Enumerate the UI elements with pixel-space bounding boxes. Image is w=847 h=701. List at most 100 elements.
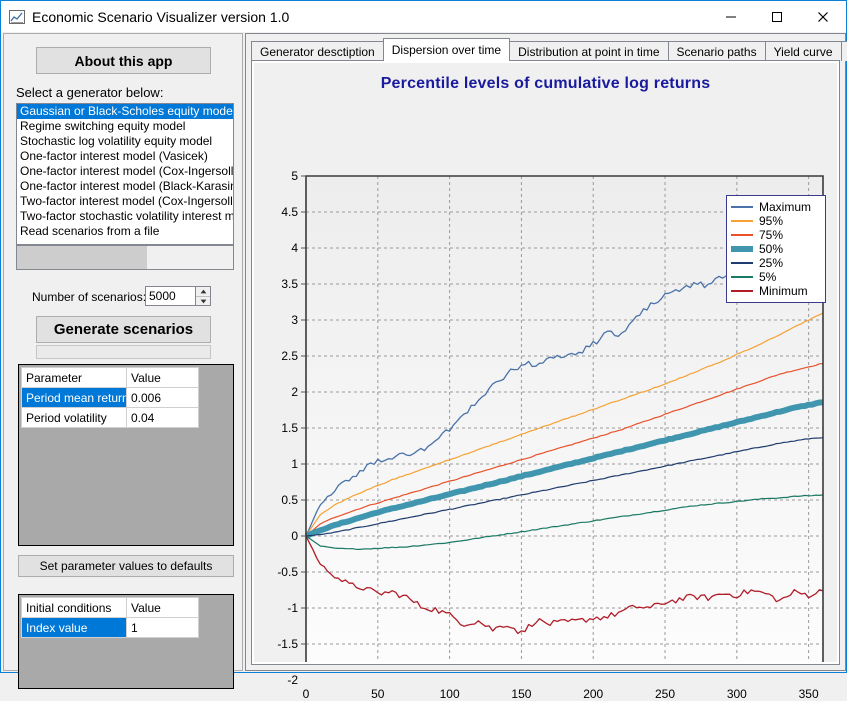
progress-bar xyxy=(36,345,211,359)
legend-label: Maximum xyxy=(759,200,811,214)
generator-list-item[interactable]: Stochastic log volatility equity model xyxy=(17,134,233,149)
tab-dispersion-over-time[interactable]: Dispersion over time xyxy=(383,38,510,61)
y-axis-label: 3.5 xyxy=(260,277,298,291)
x-axis-label: 50 xyxy=(358,687,398,701)
stepper-down-icon[interactable] xyxy=(196,297,210,306)
tab-content-panel: Percentile levels of cumulative log retu… xyxy=(251,60,840,665)
initial-condition-column-header: Initial conditions xyxy=(22,598,127,618)
number-of-scenarios-label: Number of scenarios: xyxy=(32,290,146,304)
parameter-column-header: Value xyxy=(127,368,199,388)
initial-condition-row[interactable]: Index value1 xyxy=(22,618,231,638)
generator-list-item[interactable]: Two-factor interest model (Cox-Ingersoll… xyxy=(17,194,233,209)
set-defaults-button[interactable]: Set parameter values to defaults xyxy=(18,555,234,577)
minimize-icon xyxy=(725,11,737,23)
legend-label: 75% xyxy=(759,228,783,242)
about-this-app-button[interactable]: About this app xyxy=(36,47,211,74)
legend-entry: 5% xyxy=(731,270,820,284)
initial-conditions-table[interactable]: Initial conditionsValueIndex value1 xyxy=(18,594,234,689)
parameter-value-cell[interactable]: 0.006 xyxy=(127,388,199,408)
parameter-header-row: ParameterValue xyxy=(22,368,231,388)
initial-condition-name-cell[interactable]: Index value xyxy=(22,618,127,638)
generator-list-item[interactable]: One-factor interest model (Vasicek) xyxy=(17,149,233,164)
x-axis-label: 300 xyxy=(717,687,757,701)
legend-entry: Maximum xyxy=(731,200,820,214)
right-display-panel: Generator desctiptionDispersion over tim… xyxy=(245,33,846,671)
y-axis-label: 2.5 xyxy=(260,349,298,363)
x-axis-label: 350 xyxy=(789,687,829,701)
generate-scenarios-button[interactable]: Generate scenarios xyxy=(36,316,211,343)
legend-color-swatch xyxy=(731,290,753,292)
legend-color-swatch xyxy=(731,220,753,222)
parameter-value-cell[interactable]: 0.04 xyxy=(127,408,199,428)
generator-list-item[interactable]: One-factor interest model (Black-Karasin… xyxy=(17,179,233,194)
grid-filler xyxy=(199,598,231,618)
maximize-button[interactable] xyxy=(754,1,800,32)
tab-strip: Generator desctiptionDispersion over tim… xyxy=(251,38,847,61)
generator-list-item[interactable]: Two-factor stochastic volatility interes… xyxy=(17,209,233,224)
x-axis-label: 250 xyxy=(645,687,685,701)
y-axis-label: 0 xyxy=(260,529,298,543)
initial-condition-value-cell[interactable]: 1 xyxy=(127,618,199,638)
hscroll-thumb[interactable] xyxy=(17,246,147,269)
generator-list-item[interactable]: One-factor interest model (Cox-Ingersoll… xyxy=(17,164,233,179)
grid-filler xyxy=(199,618,231,638)
parameter-row[interactable]: Period volatility0.04 xyxy=(22,408,231,428)
legend-entry: 95% xyxy=(731,214,820,228)
generator-list-item[interactable]: Read scenarios from a file xyxy=(17,224,233,239)
parameter-name-cell[interactable]: Period mean return xyxy=(22,388,127,408)
tab-distribution-at-point-in-time[interactable]: Distribution at point in time xyxy=(509,41,668,61)
legend-label: 25% xyxy=(759,256,783,270)
y-axis-label: 0.5 xyxy=(260,493,298,507)
grid-filler xyxy=(199,368,231,388)
y-axis-label: -0.5 xyxy=(260,565,298,579)
legend-label: Minimum xyxy=(759,284,808,298)
x-axis-label: 100 xyxy=(430,687,470,701)
legend-label: 50% xyxy=(759,242,783,256)
parameter-name-cell[interactable]: Period volatility xyxy=(22,408,127,428)
grid-filler xyxy=(199,408,231,428)
legend-label: 95% xyxy=(759,214,783,228)
stepper-up-icon[interactable] xyxy=(196,287,210,297)
close-button[interactable] xyxy=(800,1,846,32)
y-axis-label: 5 xyxy=(260,169,298,183)
legend-label: 5% xyxy=(759,270,776,284)
generator-list-item[interactable]: Gaussian or Black-Scholes equity model xyxy=(17,104,233,119)
window-title: Economic Scenario Visualizer version 1.0 xyxy=(32,9,289,25)
initial-condition-column-header: Value xyxy=(127,598,199,618)
tab-yield-curve[interactable]: Yield curve xyxy=(765,41,842,61)
legend-entry: 25% xyxy=(731,256,820,270)
window-controls xyxy=(708,1,846,32)
y-axis-label: 1 xyxy=(260,457,298,471)
y-axis-label: 4.5 xyxy=(260,205,298,219)
legend-color-swatch xyxy=(731,262,753,264)
x-axis-label: 150 xyxy=(501,687,541,701)
select-generator-label: Select a generator below: xyxy=(16,85,163,100)
parameter-column-header: Parameter xyxy=(22,368,127,388)
x-axis-label: 0 xyxy=(286,687,326,701)
legend-color-swatch xyxy=(731,234,753,236)
legend-color-swatch xyxy=(731,276,753,278)
tab-scenario-paths[interactable]: Scenario paths xyxy=(668,41,766,61)
dispersion-chart: Percentile levels of cumulative log retu… xyxy=(254,63,837,662)
parameter-grid-table: ParameterValuePeriod mean return0.006Per… xyxy=(21,367,231,428)
title-bar: Economic Scenario Visualizer version 1.0 xyxy=(1,1,846,32)
plot-svg xyxy=(254,63,837,662)
app-window: Economic Scenario Visualizer version 1.0… xyxy=(0,0,847,673)
generator-list-hscrollbar[interactable] xyxy=(16,245,234,270)
minimize-button[interactable] xyxy=(708,1,754,32)
generator-listbox[interactable]: Gaussian or Black-Scholes equity modelRe… xyxy=(16,103,234,245)
legend-color-swatch xyxy=(731,206,753,208)
parameter-row[interactable]: Period mean return0.006 xyxy=(22,388,231,408)
parameter-table[interactable]: ParameterValuePeriod mean return0.006Per… xyxy=(18,364,234,546)
legend-color-swatch xyxy=(731,246,753,252)
initial-conditions-grid-table: Initial conditionsValueIndex value1 xyxy=(21,597,231,638)
y-axis-label: -1 xyxy=(260,601,298,615)
tab-statistics[interactable]: Statistics xyxy=(841,41,847,61)
tab-generator-desctiption[interactable]: Generator desctiption xyxy=(251,41,384,61)
legend-entry: 50% xyxy=(731,242,820,256)
y-axis-label: 4 xyxy=(260,241,298,255)
y-axis-label: 2 xyxy=(260,385,298,399)
maximize-icon xyxy=(771,11,783,23)
number-of-scenarios-stepper[interactable] xyxy=(195,286,211,306)
generator-list-item[interactable]: Regime switching equity model xyxy=(17,119,233,134)
